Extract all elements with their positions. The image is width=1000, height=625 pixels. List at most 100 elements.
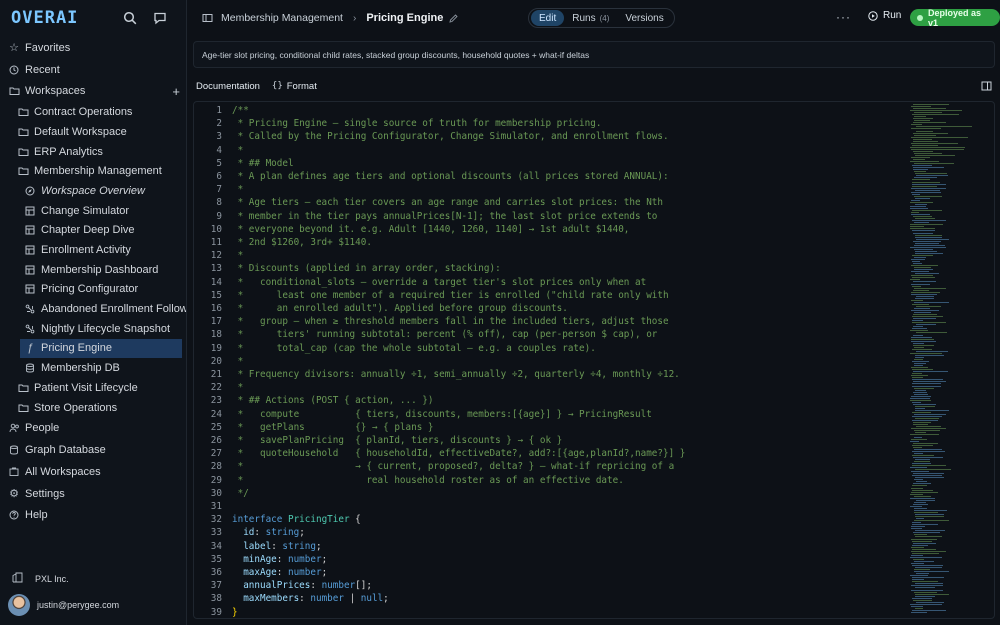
- minimap-line: [912, 483, 932, 485]
- pencil-icon[interactable]: [449, 13, 458, 23]
- code-line[interactable]: * savePlanPricing { planId, tiers, disco…: [232, 435, 563, 446]
- format-button[interactable]: {} Format: [272, 81, 317, 92]
- code-line[interactable]: * member in the tier pays annualPrices[N…: [232, 211, 658, 222]
- minimap-line: [913, 473, 945, 475]
- line-number: 2: [216, 118, 222, 130]
- code-line[interactable]: * getPlans {} → { plans }: [232, 422, 434, 433]
- sidebar-item-settings[interactable]: ⚙ Settings: [0, 483, 186, 505]
- chat-icon[interactable]: [152, 10, 168, 26]
- code-line[interactable]: minAge: number;: [232, 554, 327, 565]
- sidebar-item-store-operations[interactable]: Store Operations: [0, 398, 186, 418]
- sidebar-item-default-workspace[interactable]: Default Workspace: [0, 122, 186, 142]
- code-line[interactable]: id: string;: [232, 527, 305, 538]
- minimap-line: [912, 422, 932, 424]
- code-line[interactable]: * → { current, proposed?, delta? } — wha…: [232, 461, 675, 472]
- code-line[interactable]: * quoteHousehold { householdId, effectiv…: [232, 448, 686, 459]
- sidebar-item-workspace-overview[interactable]: Workspace Overview: [0, 181, 186, 201]
- minimap-line: [910, 440, 919, 442]
- documentation-button[interactable]: Documentation: [196, 81, 260, 92]
- code-line[interactable]: * 2nd $1260, 3rd+ $1140.: [232, 237, 372, 248]
- sidebar-item-nightly-lifecycle-snapshot[interactable]: Nightly Lifecycle Snapshot: [0, 319, 186, 339]
- sidebar-item-membership-management[interactable]: Membership Management: [0, 161, 186, 181]
- line-number: 11: [210, 237, 222, 248]
- line-number: 1: [216, 105, 222, 116]
- code-line[interactable]: * ## Model: [232, 158, 294, 169]
- deployed-status-badge[interactable]: Deployed as v1: [910, 8, 1000, 28]
- code-line[interactable]: * tiers' running subtotal: percent (% of…: [232, 329, 658, 340]
- run-button[interactable]: Run: [868, 10, 901, 21]
- code-line[interactable]: * conditional_slots — override a target …: [232, 277, 647, 288]
- sidebar-item-abandoned-enrollment[interactable]: Abandoned Enrollment Follow-u...: [0, 299, 186, 319]
- sidebar-item-pricing-configurator[interactable]: Pricing Configurator: [0, 280, 186, 300]
- code-line[interactable]: maxAge: number;: [232, 567, 327, 578]
- code-line[interactable]: * A plan defines age tiers and optional …: [232, 171, 669, 182]
- minimap-line: [915, 273, 940, 275]
- sidebar-item-enrollment-activity[interactable]: Enrollment Activity: [0, 240, 186, 260]
- app-logo[interactable]: OVERAI: [11, 8, 78, 28]
- code-line[interactable]: * ## Actions (POST { action, ... }): [232, 395, 434, 406]
- code-line[interactable]: *: [232, 145, 244, 156]
- search-icon[interactable]: [122, 10, 138, 26]
- minimap-line: [914, 407, 925, 409]
- code-token: number: [321, 580, 356, 592]
- code-line[interactable]: }: [232, 607, 238, 618]
- line-number: 28: [210, 461, 222, 473]
- tab-edit[interactable]: Edit: [531, 10, 565, 26]
- sidebar-item-workspaces[interactable]: Workspaces +: [0, 81, 186, 103]
- code-line[interactable]: annualPrices: number[];: [232, 580, 372, 591]
- sidebar-item-graph-database[interactable]: Graph Database: [0, 439, 186, 461]
- org-switcher[interactable]: PXL Inc.: [12, 572, 69, 585]
- breadcrumb-workspace[interactable]: Membership Management: [221, 12, 343, 24]
- sidebar-item-membership-dashboard[interactable]: Membership Dashboard: [0, 260, 186, 280]
- code-line[interactable]: * least one member of a required tier is…: [232, 290, 669, 301]
- toggle-panel-icon[interactable]: [981, 81, 992, 91]
- tab-runs[interactable]: Runs (4): [564, 10, 617, 26]
- code-line[interactable]: * everyone beyond it. e.g. Adult [1440, …: [232, 224, 630, 235]
- minimap[interactable]: [910, 104, 980, 616]
- user-menu[interactable]: justin@perygee.com: [8, 594, 119, 616]
- minimap-line: [911, 348, 932, 350]
- sidebar-item-erp-analytics[interactable]: ERP Analytics: [0, 142, 186, 162]
- minimap-line: [913, 495, 931, 497]
- code-line[interactable]: * total_cap (cap the whole subtotal — e.…: [232, 343, 596, 354]
- sidebar-item-recent[interactable]: Recent: [0, 59, 186, 81]
- code-line[interactable]: label: string;: [232, 541, 321, 552]
- code-line[interactable]: * Pricing Engine — single source of trut…: [232, 118, 602, 129]
- code-line[interactable]: * compute { tiers, discounts, members:[{…: [232, 409, 652, 420]
- minimap-line: [914, 410, 949, 411]
- code-line[interactable]: *: [232, 250, 244, 261]
- code-line[interactable]: /**: [232, 105, 249, 116]
- more-options-icon[interactable]: ···: [836, 10, 851, 24]
- code-line[interactable]: * Frequency divisors: annually ÷1, semi_…: [232, 369, 680, 380]
- code-line[interactable]: *: [232, 356, 244, 367]
- code-token: * an enrolled adult"). Applied before gr…: [232, 303, 568, 314]
- code-line[interactable]: *: [232, 184, 244, 195]
- function-description[interactable]: Age-tier slot pricing, conditional child…: [193, 41, 995, 68]
- add-workspace-button[interactable]: +: [172, 84, 180, 99]
- sidebar-item-chapter-deep-dive[interactable]: Chapter Deep Dive: [0, 221, 186, 241]
- code-line[interactable]: *: [232, 382, 244, 393]
- sidebar-item-change-simulator[interactable]: Change Simulator: [0, 201, 186, 221]
- sidebar-item-favorites[interactable]: ☆ Favorites: [0, 37, 186, 59]
- sidebar-item-all-workspaces[interactable]: All Workspaces: [0, 461, 186, 483]
- sidebar-item-pricing-engine[interactable]: ƒ Pricing Engine: [20, 338, 182, 359]
- code-line[interactable]: * Age tiers — each tier covers an age ra…: [232, 197, 663, 208]
- sidebar-item-people[interactable]: People: [0, 417, 186, 439]
- code-line[interactable]: interface PricingTier {: [232, 514, 361, 525]
- code-token: * real household roster as of an effecti…: [232, 474, 624, 486]
- sidebar-item-help[interactable]: Help: [0, 505, 186, 527]
- minimap-line: [911, 548, 937, 550]
- code-line[interactable]: */: [232, 488, 249, 499]
- code-editor[interactable]: 1 /** 2 * Pricing Engine — single source o…: [193, 101, 995, 619]
- minimap-line: [914, 430, 941, 432]
- code-line[interactable]: * Called by the Pricing Configurator, Ch…: [232, 131, 669, 142]
- sidebar-item-contract-operations[interactable]: Contract Operations: [0, 102, 186, 122]
- sidebar-item-membership-db[interactable]: Membership DB: [0, 358, 186, 378]
- code-line[interactable]: * an enrolled adult"). Applied before gr…: [232, 303, 568, 314]
- code-line[interactable]: * group — when ≥ threshold members fall …: [232, 316, 669, 327]
- code-line[interactable]: maxMembers: number | null;: [232, 593, 389, 604]
- sidebar-item-patient-visit-lifecycle[interactable]: Patient Visit Lifecycle: [0, 378, 186, 398]
- code-line[interactable]: * real household roster as of an effecti…: [232, 475, 624, 486]
- code-line[interactable]: * Discounts (applied in array order, sta…: [232, 263, 501, 274]
- tab-versions[interactable]: Versions: [617, 10, 671, 26]
